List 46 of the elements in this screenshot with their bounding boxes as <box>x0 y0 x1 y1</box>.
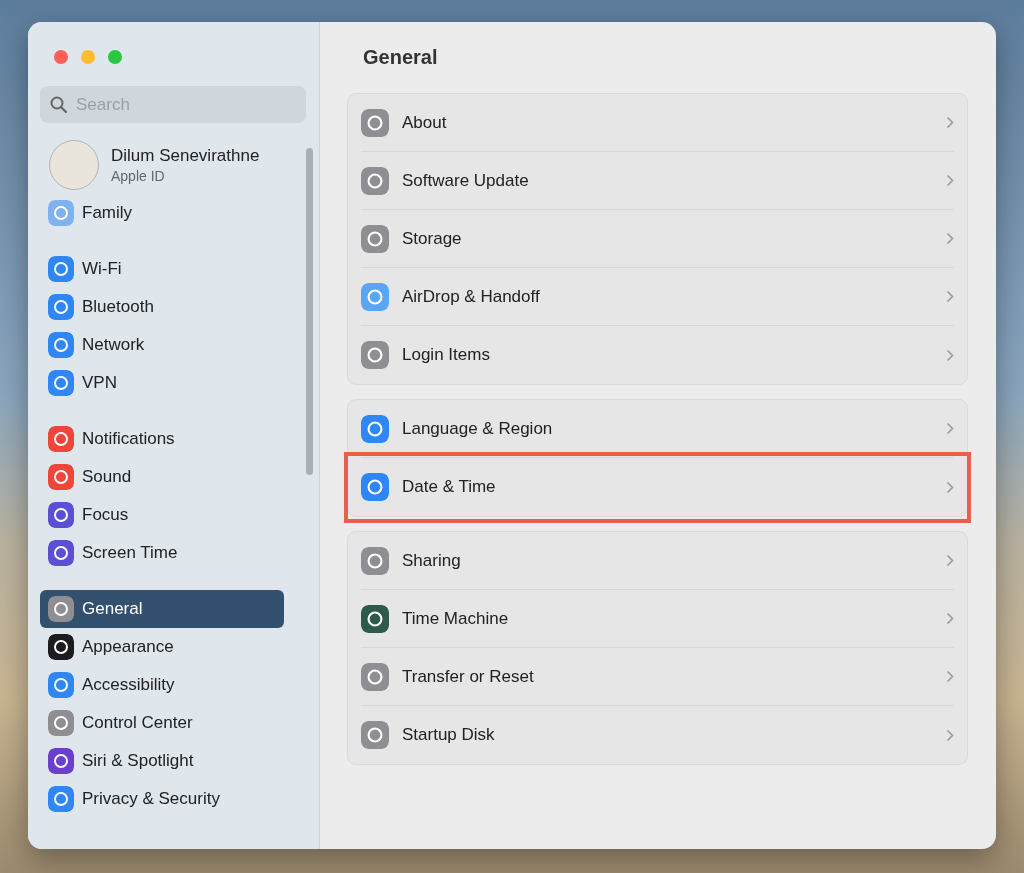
sidebar-item[interactable]: Screen Time <box>40 534 284 572</box>
chevron-icon <box>946 480 954 494</box>
chevron-icon <box>946 232 954 245</box>
chevron-icon <box>946 422 954 435</box>
sidebar-item[interactable]: Siri & Spotlight <box>40 742 284 780</box>
chevron-icon <box>946 554 954 567</box>
chevron-icon <box>946 612 954 625</box>
sidebar-item[interactable]: Bluetooth <box>40 288 284 326</box>
sidebar-item[interactable]: Family <box>40 194 284 232</box>
settings-row[interactable]: Sharing <box>402 550 933 571</box>
settings-row[interactable]: Storage <box>402 228 933 249</box>
settings-row[interactable]: Transfer or Reset <box>402 666 933 687</box>
chevron-icon <box>946 116 954 129</box>
zoom-button[interactable] <box>108 50 122 64</box>
settings-row[interactable]: About <box>402 112 933 133</box>
sidebar-item[interactable]: Appearance <box>40 628 284 666</box>
account-subtitle: Apple ID <box>111 168 166 184</box>
settings-row[interactable]: Language & Region <box>402 418 933 439</box>
sidebar-item[interactable]: Wi-Fi <box>40 250 284 288</box>
chevron-icon <box>946 728 954 742</box>
sidebar-item[interactable]: Control Center <box>40 704 284 742</box>
sidebar-item[interactable]: Focus <box>40 496 284 534</box>
scrollbar[interactable] <box>306 148 313 475</box>
sidebar-item[interactable]: Sound <box>40 458 284 496</box>
settings-row[interactable]: Startup Disk <box>402 725 933 745</box>
settings-row[interactable]: Time Machine <box>402 608 933 629</box>
sidebar-item[interactable]: VPN <box>40 364 284 402</box>
account-name: Dilum Senevirathne <box>111 146 260 166</box>
avatar[interactable] <box>49 140 99 190</box>
sidebar-item[interactable]: Accessibility <box>40 666 284 704</box>
page-title: General <box>363 46 439 70</box>
sidebar-item[interactable]: Notifications <box>40 420 284 458</box>
settings-row[interactable]: Software Update <box>402 170 933 191</box>
search-icon <box>50 96 67 113</box>
sidebar-item[interactable]: General <box>40 590 284 628</box>
chevron-icon <box>946 174 954 187</box>
sidebar-item[interactable]: Network <box>40 326 284 364</box>
minimize-button[interactable] <box>81 50 95 64</box>
settings-row[interactable]: AirDrop & Handoff <box>402 286 933 307</box>
settings-row[interactable]: Date & Time <box>402 477 933 497</box>
chevron-icon <box>946 290 954 303</box>
close-button[interactable] <box>54 50 68 64</box>
chevron-icon <box>946 670 954 683</box>
sidebar-item[interactable]: Privacy & Security <box>40 780 284 818</box>
settings-row[interactable]: Login Items <box>402 345 933 365</box>
chevron-icon <box>946 348 954 362</box>
